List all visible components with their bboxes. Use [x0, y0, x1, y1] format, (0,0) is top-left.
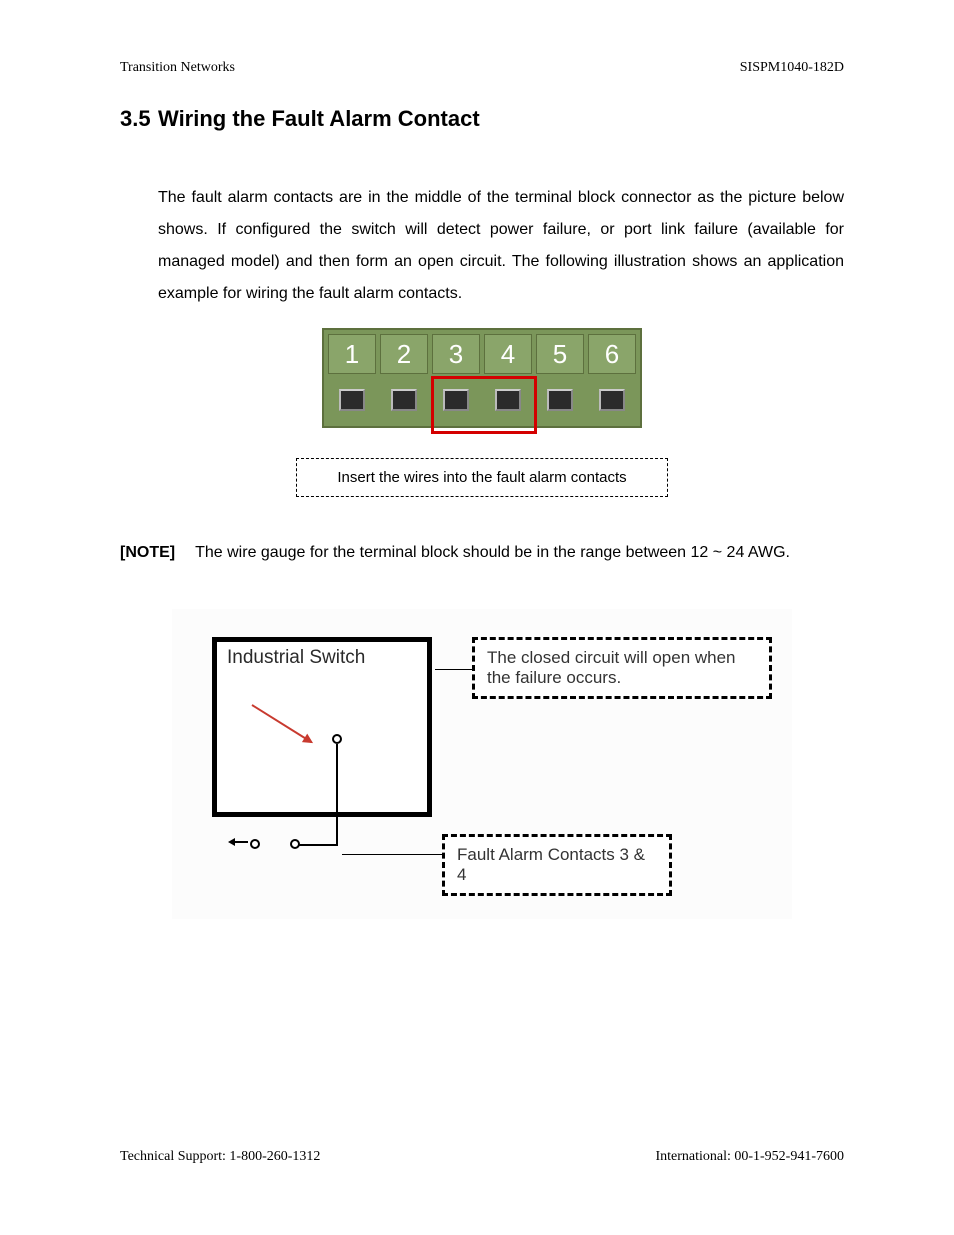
industrial-switch-label: Industrial Switch [227, 647, 365, 669]
note-label: [NOTE] [120, 537, 175, 569]
page-footer: Technical Support: 1-800-260-1312 Intern… [120, 1149, 844, 1165]
circuit-node [290, 839, 300, 849]
header-right: SISPM1040-182D [740, 60, 844, 76]
terminal-ports-row [324, 378, 640, 426]
circuit-node [250, 839, 260, 849]
note-text: The wire gauge for the terminal block sh… [195, 537, 790, 569]
document-page: Transition Networks SISPM1040-182D 3.5Wi… [0, 0, 954, 1235]
terminal-port [588, 382, 636, 418]
wiring-diagram: Industrial Switch The closed circuit wil… [172, 609, 792, 919]
terminal-port [536, 382, 584, 418]
section-number: 3.5 [120, 106, 158, 132]
terminal-block-figure: 1 2 3 4 5 6 [120, 328, 844, 428]
highlight-contacts-3-4 [431, 376, 537, 434]
circuit-node [332, 734, 342, 744]
body-paragraph: The fault alarm contacts are in the midd… [158, 182, 844, 310]
section-title: Wiring the Fault Alarm Contact [158, 106, 480, 131]
terminal-labels-row: 1 2 3 4 5 6 [324, 330, 640, 378]
closed-circuit-note: The closed circuit will open when the fa… [472, 637, 772, 699]
page-header: Transition Networks SISPM1040-182D [120, 60, 844, 76]
insert-wires-callout: Insert the wires into the fault alarm co… [296, 458, 667, 497]
arrow-icon [230, 841, 248, 843]
terminal-port [328, 382, 376, 418]
footer-left: Technical Support: 1-800-260-1312 [120, 1149, 320, 1165]
leader-line [342, 854, 442, 855]
note-block: [NOTE] The wire gauge for the terminal b… [120, 537, 844, 569]
terminal-label: 1 [328, 334, 376, 374]
terminal-label: 4 [484, 334, 532, 374]
leader-line [435, 669, 472, 670]
wire [336, 744, 338, 846]
section-heading: 3.5Wiring the Fault Alarm Contact [120, 106, 844, 132]
footer-right: International: 00-1-952-941-7600 [655, 1149, 844, 1165]
terminal-label: 3 [432, 334, 480, 374]
header-left: Transition Networks [120, 60, 235, 76]
wire [294, 844, 338, 846]
fault-alarm-contacts-note: Fault Alarm Contacts 3 & 4 [442, 834, 672, 896]
terminal-label: 2 [380, 334, 428, 374]
terminal-label: 6 [588, 334, 636, 374]
terminal-label: 5 [536, 334, 584, 374]
terminal-port [380, 382, 428, 418]
